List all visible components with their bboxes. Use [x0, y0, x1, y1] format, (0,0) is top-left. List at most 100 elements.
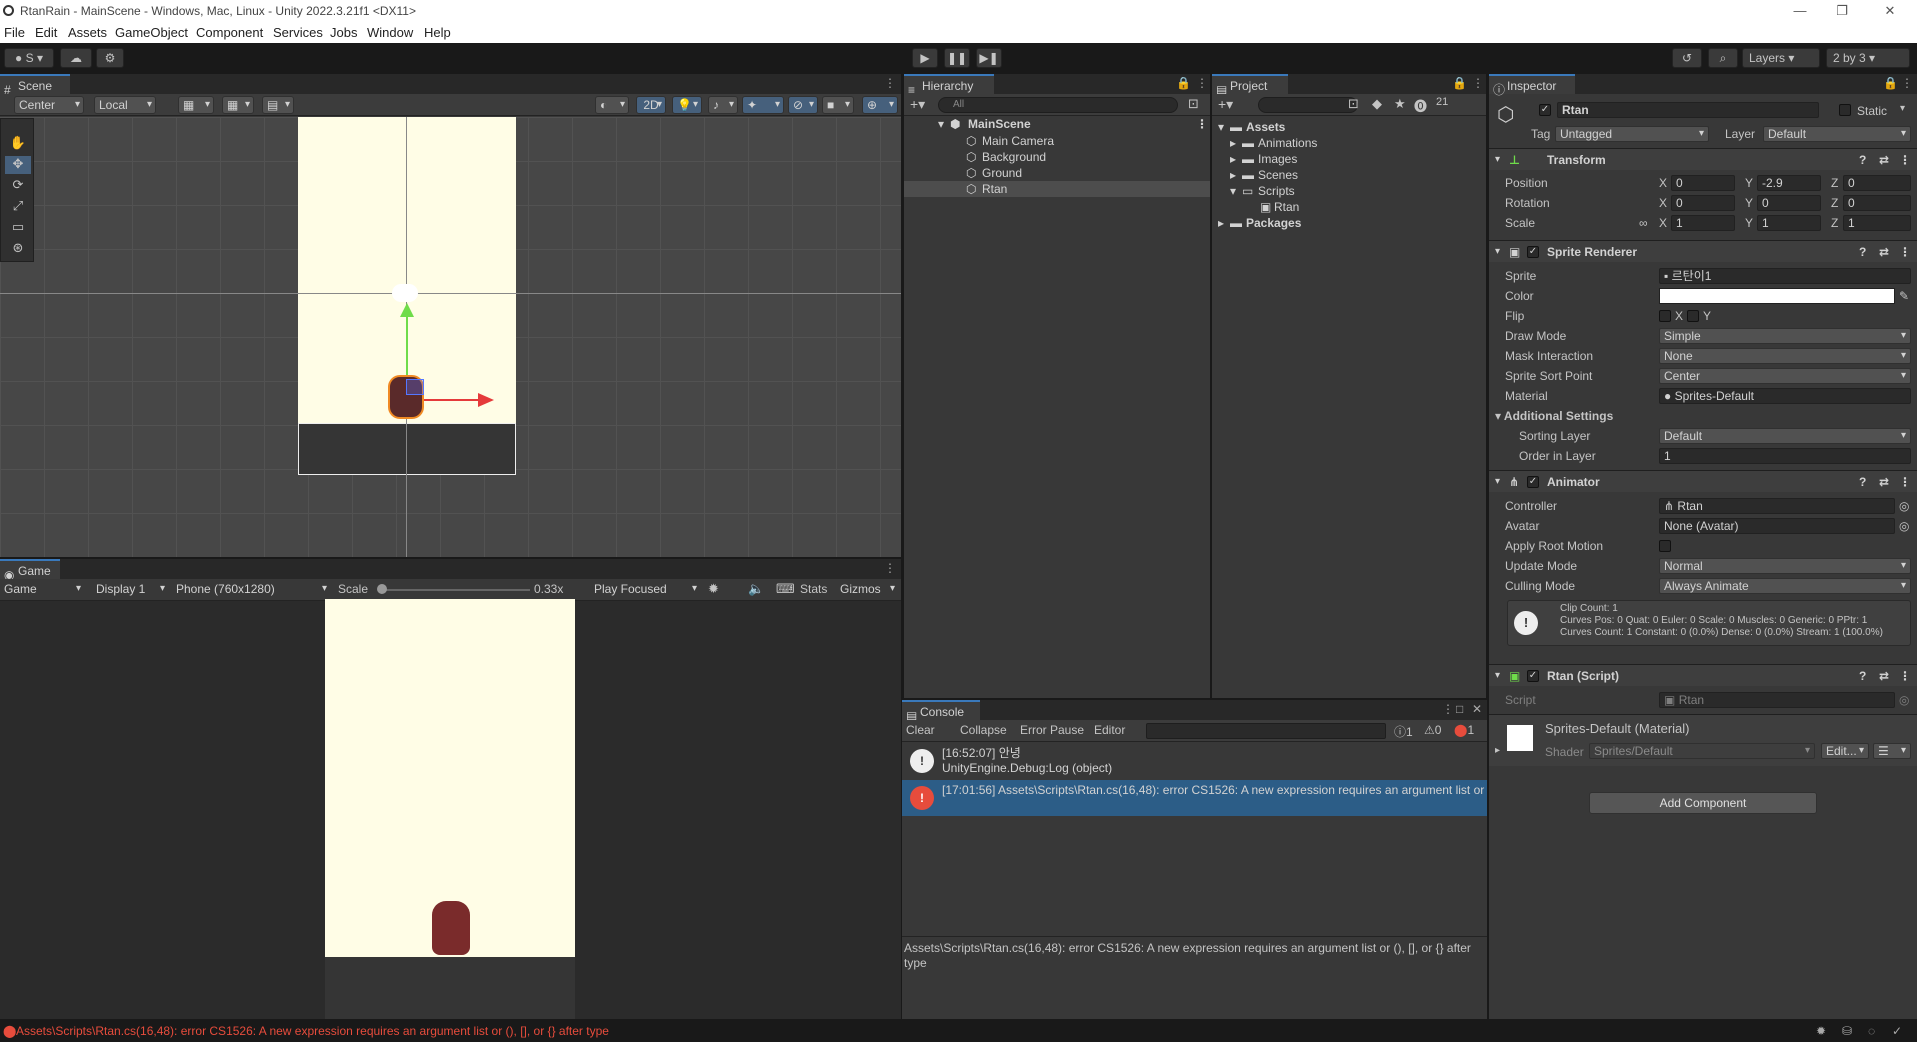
object-picker-icon[interactable]: ◎	[1899, 498, 1909, 514]
maximize-button[interactable]: ❐	[1822, 0, 1862, 22]
script-enabled-checkbox[interactable]: ✓	[1527, 670, 1539, 682]
scale-tool-icon[interactable]: ⤢	[5, 198, 31, 216]
step-button[interactable]: ▶❚	[976, 48, 1002, 68]
culling-mode-dropdown[interactable]: Always Animate	[1659, 578, 1911, 594]
stats-button[interactable]: Stats	[800, 582, 827, 596]
eyedropper-icon[interactable]: ✎	[1899, 288, 1909, 304]
space-dropdown[interactable]: Local	[94, 96, 156, 114]
sorting-layer-dropdown[interactable]: Default	[1659, 428, 1911, 444]
sprite-field[interactable]: ▪ 르탄이1	[1659, 268, 1911, 284]
menu-help[interactable]: Help	[424, 22, 451, 43]
preset-icon[interactable]: ⇄	[1879, 241, 1889, 263]
hand-tool-icon[interactable]: ✋	[5, 135, 31, 153]
project-assets-folder[interactable]: ▾ ▬ Assets	[1212, 119, 1486, 135]
hierarchy-item-background[interactable]: ⬡ Background	[904, 149, 1210, 165]
favorite-icon[interactable]: ★	[1394, 96, 1406, 112]
menu-window[interactable]: Window	[367, 22, 413, 43]
audio-icon[interactable]: ♪	[708, 96, 738, 114]
grid-icon[interactable]: ▦	[222, 96, 254, 114]
menu-gameobject[interactable]: GameObject	[115, 22, 188, 43]
status-lighting-icon[interactable]: ◌	[1868, 1020, 1875, 1042]
menu-jobs[interactable]: Jobs	[330, 22, 357, 43]
sprite-sort-point-dropdown[interactable]: Center	[1659, 368, 1911, 384]
layout-dropdown[interactable]: 2 by 3 ▾	[1826, 48, 1910, 68]
hierarchy-search-input[interactable]: All	[938, 97, 1178, 113]
project-folder-scripts[interactable]: ▾ ▭ Scripts	[1212, 183, 1486, 199]
project-lock-icon[interactable]: 🔒	[1452, 76, 1467, 90]
apply-root-motion-checkbox[interactable]	[1659, 540, 1671, 552]
increment-snap-icon[interactable]: ▤	[262, 96, 294, 114]
project-add-icon[interactable]: +▾	[1218, 96, 1233, 113]
script-component-header[interactable]: ▾ ▣ ✓ Rtan (Script) ? ⇄ ⋮	[1489, 664, 1917, 686]
tab-inspector[interactable]: ⓘ Inspector	[1489, 74, 1575, 97]
console-search-input[interactable]	[1146, 723, 1386, 739]
pivot-dropdown[interactable]: Center	[14, 96, 84, 114]
status-message[interactable]: Assets\Scripts\Rtan.cs(16,48): error CS1…	[16, 1020, 609, 1042]
sprite-renderer-header[interactable]: ▾ ▣ ✓ Sprite Renderer ? ⇄ ⋮	[1489, 240, 1917, 262]
settings-gear-icon[interactable]: ⚙	[96, 48, 124, 68]
tab-scene[interactable]: # Scene	[0, 74, 70, 97]
hidden-packages-icon[interactable]: ⓿	[1414, 96, 1427, 115]
tab-project[interactable]: ▤ Project	[1212, 74, 1288, 97]
rotate-tool-icon[interactable]: ⟳	[5, 177, 31, 195]
flip-y-checkbox[interactable]	[1687, 310, 1699, 322]
flip-x-checkbox[interactable]	[1659, 310, 1671, 322]
controller-field[interactable]: ⋔ Rtan	[1659, 498, 1895, 514]
collapse-arrow-icon[interactable]: ▸	[1495, 745, 1500, 756]
help-icon[interactable]: ?	[1859, 665, 1866, 687]
layer-dropdown[interactable]: Default	[1763, 126, 1911, 142]
transform-tool-icon[interactable]: ⊛	[5, 240, 31, 258]
pause-button[interactable]: ❚❚	[944, 48, 970, 68]
hierarchy-item-ground[interactable]: ⬡ Ground	[904, 165, 1210, 181]
menu-services[interactable]: Services	[273, 22, 323, 43]
project-search-input[interactable]	[1258, 97, 1358, 113]
rotation-z-field[interactable]: 0	[1843, 195, 1911, 211]
collapse-button[interactable]: Collapse	[960, 723, 1007, 737]
move-y-axis-handle[interactable]	[406, 310, 408, 380]
static-dropdown-icon[interactable]: ▾	[1900, 103, 1905, 114]
project-folder-animations[interactable]: ▸ ▬ Animations	[1212, 135, 1486, 151]
draw-mode-dropdown[interactable]: Simple	[1659, 328, 1911, 344]
toggle-2d-button[interactable]: 2D	[636, 96, 666, 114]
resolution-dropdown[interactable]: Phone (760x1280)	[172, 581, 330, 599]
project-folder-images[interactable]: ▸ ▬ Images	[1212, 151, 1486, 167]
animator-enabled-checkbox[interactable]: ✓	[1527, 476, 1539, 488]
gizmos-icon[interactable]: ⊕	[862, 96, 898, 114]
display-dropdown[interactable]: Display 1	[92, 581, 168, 599]
component-menu-icon[interactable]: ⋮	[1899, 665, 1911, 687]
error-pause-button[interactable]: Error Pause	[1020, 723, 1084, 737]
view-dropdown[interactable]: Game	[0, 581, 84, 599]
position-x-field[interactable]: 0	[1671, 175, 1735, 191]
console-more-icon[interactable]: ⋮	[1442, 702, 1454, 716]
lighting-icon[interactable]: 💡	[672, 96, 702, 114]
search-by-type-icon[interactable]: ⊡	[1348, 96, 1359, 112]
hierarchy-lock-icon[interactable]: 🔒	[1176, 76, 1191, 90]
status-bug-icon[interactable]: ✹	[1816, 1020, 1826, 1042]
additional-settings-foldout[interactable]: ▾ Additional Settings	[1495, 408, 1613, 424]
play-button[interactable]: ▶	[912, 48, 938, 68]
hidden-objects-icon[interactable]: ⊘	[788, 96, 818, 114]
hierarchy-item-main-camera[interactable]: ⬡ Main Camera	[904, 133, 1210, 149]
search-by-label-icon[interactable]: ◆	[1372, 96, 1382, 112]
game-more-icon[interactable]: ⋮	[884, 561, 896, 575]
help-icon[interactable]: ?	[1859, 149, 1866, 171]
help-icon[interactable]: ?	[1859, 471, 1866, 493]
project-script-rtan[interactable]: ▣ Rtan	[1212, 199, 1486, 215]
close-button[interactable]: ✕	[1870, 0, 1910, 22]
tab-hierarchy[interactable]: ≡ Hierarchy	[904, 74, 994, 97]
mask-interaction-dropdown[interactable]: None	[1659, 348, 1911, 364]
component-menu-icon[interactable]: ⋮	[1899, 241, 1911, 263]
log-filter-toggle[interactable]: ⓘ1	[1394, 723, 1413, 740]
active-checkbox[interactable]: ✓	[1539, 104, 1551, 116]
layers-dropdown[interactable]: Layers ▾	[1742, 48, 1820, 68]
project-folder-scenes[interactable]: ▸ ▬ Scenes	[1212, 167, 1486, 183]
scale-z-field[interactable]: 1	[1843, 215, 1911, 231]
help-icon[interactable]: ?	[1859, 241, 1866, 263]
bug-icon[interactable]: ✹	[708, 581, 719, 597]
cloud-icon[interactable]: ☁	[60, 48, 92, 68]
animator-header[interactable]: ▾ ⋔ ✓ Animator ? ⇄ ⋮	[1489, 470, 1917, 492]
mute-icon[interactable]: 🔈	[748, 581, 764, 597]
console-entry-error[interactable]: ! [17:01:56] Assets\Scripts\Rtan.cs(16,4…	[902, 780, 1487, 816]
order-in-layer-field[interactable]: 1	[1659, 448, 1911, 464]
scale-slider-handle[interactable]	[377, 584, 387, 594]
